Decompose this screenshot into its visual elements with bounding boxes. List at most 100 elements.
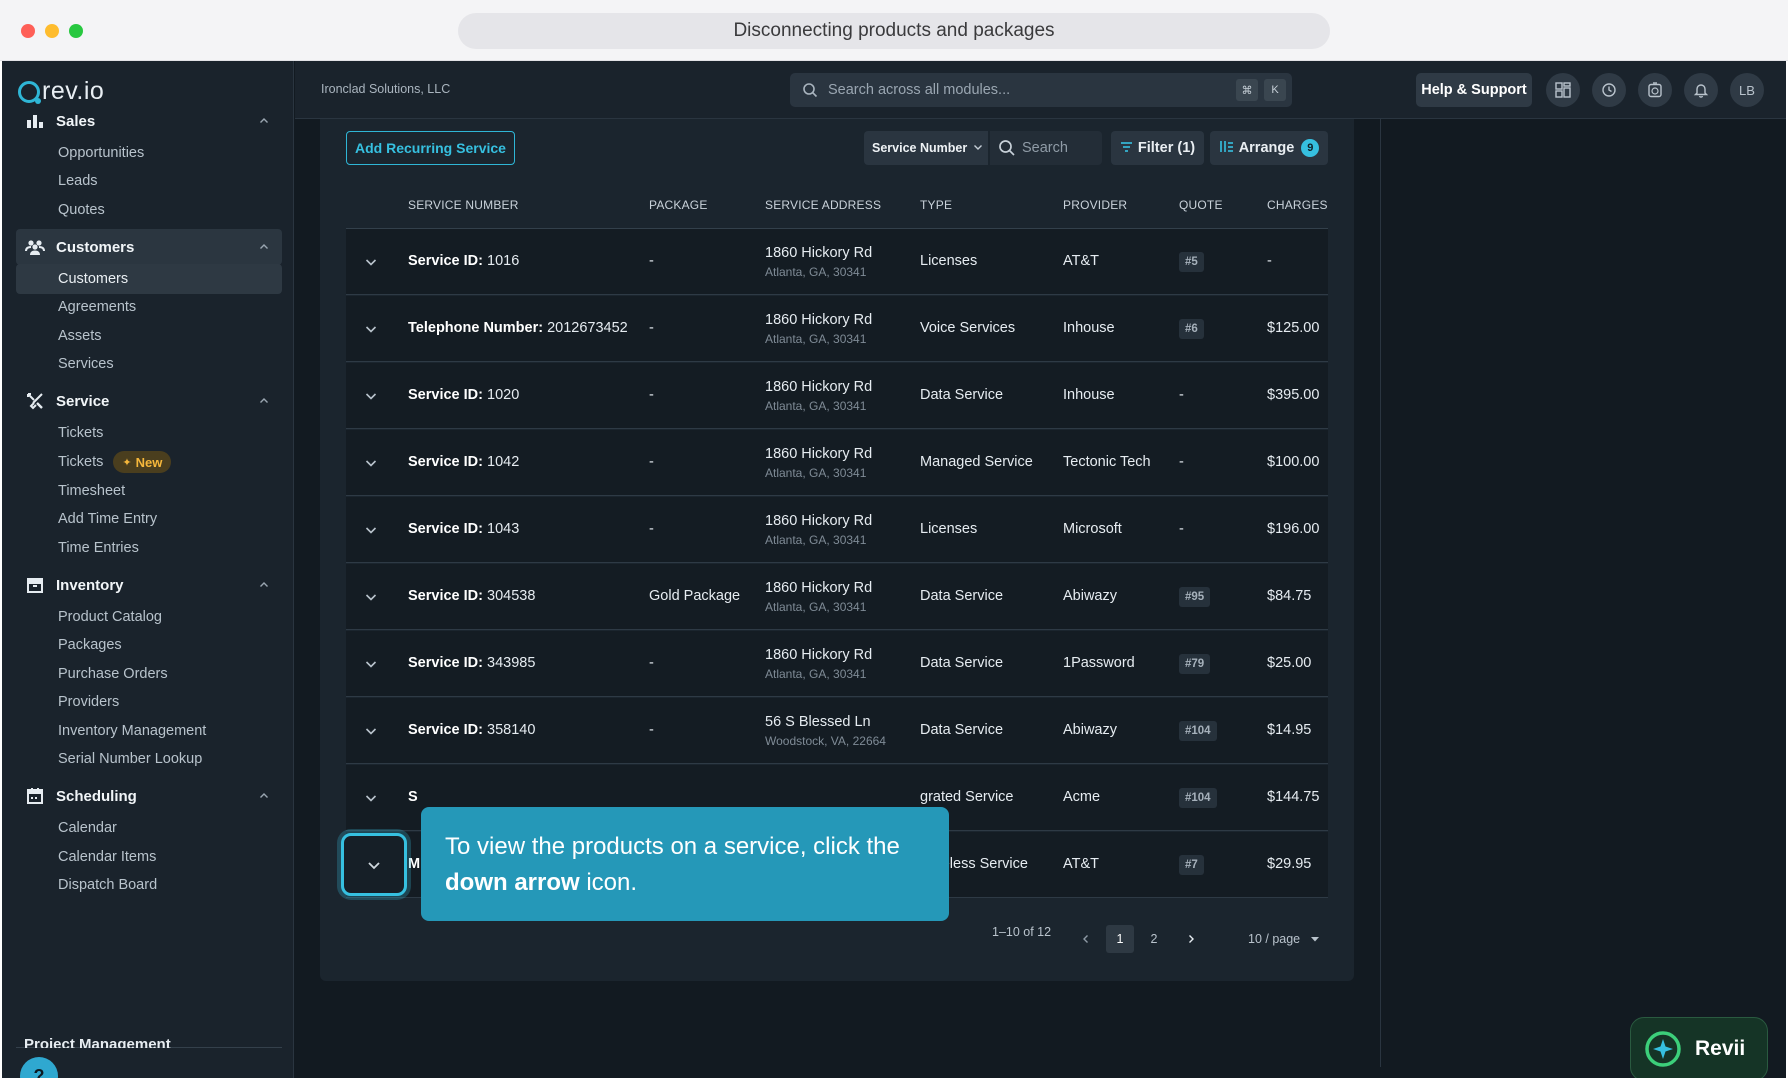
chevron-down-icon xyxy=(365,393,377,400)
chevron-up-icon[interactable] xyxy=(256,239,272,255)
service-number-cell: Service ID: 358140 xyxy=(408,722,535,738)
column-header[interactable]: PROVIDER xyxy=(1063,198,1127,212)
maximize-window-button[interactable] xyxy=(69,24,83,38)
add-recurring-service-button[interactable]: Add Recurring Service xyxy=(346,131,515,165)
help-icon[interactable]: ? xyxy=(20,1057,58,1078)
help-support-button[interactable]: Help & Support xyxy=(1416,73,1532,107)
table-search-input[interactable]: Search xyxy=(990,131,1102,165)
inventory-icon xyxy=(24,575,46,595)
sidebar-item-inventory-management[interactable]: Inventory Management xyxy=(16,716,282,746)
service-number-label: Service ID: xyxy=(408,253,483,269)
quote-tag[interactable]: #79 xyxy=(1179,654,1211,674)
arrange-button[interactable]: Arrange 9 xyxy=(1210,131,1328,165)
dashboard-icon[interactable] xyxy=(1546,73,1580,107)
sidebar-item-quotes[interactable]: Quotes xyxy=(16,195,282,225)
sidebar-section-label: Scheduling xyxy=(56,787,137,805)
chevron-down-icon xyxy=(365,728,377,735)
chevron-up-icon[interactable] xyxy=(256,788,272,804)
revio-logo[interactable]: rev.io xyxy=(18,77,104,106)
sidebar-item-calendar-items[interactable]: Calendar Items xyxy=(16,842,282,872)
sidebar-item-tickets[interactable]: Tickets xyxy=(16,418,282,448)
close-window-button[interactable] xyxy=(21,24,35,38)
expand-row-button[interactable] xyxy=(360,787,382,809)
sidebar-item-assets[interactable]: Assets xyxy=(16,321,282,351)
quote-tag[interactable]: #95 xyxy=(1179,587,1211,607)
sidebar-item-calendar[interactable]: Calendar xyxy=(16,813,282,843)
table-row[interactable]: Service ID: 1042 - 1860 Hickory Rd Atlanta,… xyxy=(346,430,1328,496)
expand-row-button[interactable] xyxy=(360,720,382,742)
sidebar-item-add-time-entry[interactable]: Add Time Entry xyxy=(16,504,282,534)
sidebar-section-service[interactable]: Service xyxy=(16,383,282,419)
sidebar-item-leads[interactable]: Leads xyxy=(16,166,282,196)
sidebar-section-project-management[interactable]: Project Management xyxy=(24,1036,171,1048)
revii-assistant-button[interactable]: Revii xyxy=(1630,1017,1768,1078)
expand-row-button[interactable] xyxy=(360,318,382,340)
sidebar-item-label: Providers xyxy=(58,694,120,710)
sidebar-item-packages[interactable]: Packages xyxy=(16,630,282,660)
next-page-icon[interactable] xyxy=(1177,925,1205,953)
quote-tag: - xyxy=(1179,387,1184,403)
column-header[interactable]: CHARGES xyxy=(1267,198,1328,212)
column-header[interactable]: SERVICE ADDRESS xyxy=(765,198,881,212)
prev-page-icon[interactable] xyxy=(1072,925,1100,953)
table-row[interactable]: Service ID: 343985 - 1860 Hickory Rd Atlant… xyxy=(346,631,1328,697)
search-field-select[interactable]: Service Number xyxy=(864,131,988,165)
sidebar-item-time-entries[interactable]: Time Entries xyxy=(16,533,282,563)
sidebar-item-dispatch-board[interactable]: Dispatch Board xyxy=(16,870,282,900)
highlighted-expand-row-button[interactable] xyxy=(341,833,407,896)
table-row[interactable]: Service ID: 358140 - 56 S Blessed Ln Woodst… xyxy=(346,698,1328,764)
sidebar-item-label: Tickets xyxy=(58,454,104,470)
global-search-input[interactable]: Search across all modules... ⌘ K xyxy=(790,73,1292,107)
address-line-1: 1860 Hickory Rd xyxy=(765,580,873,596)
bell-icon[interactable] xyxy=(1684,73,1718,107)
sidebar-item-purchase-orders[interactable]: Purchase Orders xyxy=(16,659,282,689)
timer-icon[interactable] xyxy=(1638,73,1672,107)
type-cell: Data Service xyxy=(920,655,1004,671)
quote-tag[interactable]: #5 xyxy=(1179,252,1204,272)
sidebar-section-sales[interactable]: Sales xyxy=(16,103,282,139)
expand-row-button[interactable] xyxy=(360,653,382,675)
sidebar-section-scheduling[interactable]: Scheduling xyxy=(16,778,282,814)
sidebar-item-serial-number-lookup[interactable]: Serial Number Lookup xyxy=(16,744,282,774)
column-header[interactable]: TYPE xyxy=(920,198,952,212)
quote-tag[interactable]: #7 xyxy=(1179,855,1204,875)
page-size-select[interactable]: 10 / page xyxy=(1248,925,1320,953)
column-header[interactable]: PACKAGE xyxy=(649,198,708,212)
expand-row-button[interactable] xyxy=(360,586,382,608)
table-row[interactable]: Service ID: 1016 - 1860 Hickory Rd Atlanta,… xyxy=(346,229,1328,295)
table-row[interactable]: Service ID: 304538 Gold Package 1860 Hicko… xyxy=(346,564,1328,630)
expand-row-button[interactable] xyxy=(360,385,382,407)
table-row[interactable]: Service ID: 1020 - 1860 Hickory Rd Atlanta,… xyxy=(346,363,1328,429)
table-row[interactable]: Telephone Number: 2012673452 - 1860 Hickor… xyxy=(346,296,1328,362)
sidebar-section-customers[interactable]: Customers xyxy=(16,229,282,265)
column-header[interactable]: QUOTE xyxy=(1179,198,1223,212)
user-avatar[interactable]: LB xyxy=(1730,73,1764,107)
minimize-window-button[interactable] xyxy=(45,24,59,38)
expand-row-button[interactable] xyxy=(360,452,382,474)
expand-row-button[interactable] xyxy=(360,251,382,273)
sidebar-item-opportunities[interactable]: Opportunities xyxy=(16,138,282,168)
expand-row-button[interactable] xyxy=(360,519,382,541)
sidebar-section-inventory[interactable]: Inventory xyxy=(16,567,282,603)
column-header[interactable]: SERVICE NUMBER xyxy=(408,198,519,212)
sidebar-item-providers[interactable]: Providers xyxy=(16,687,282,717)
chevron-up-icon[interactable] xyxy=(256,577,272,593)
page-1-button[interactable]: 1 xyxy=(1106,925,1134,953)
quote-tag[interactable]: #104 xyxy=(1179,721,1217,741)
sidebar-item-services[interactable]: Services xyxy=(16,349,282,379)
table-row[interactable]: Service ID: 1043 - 1860 Hickory Rd Atlanta,… xyxy=(346,497,1328,563)
quote-tag[interactable]: #6 xyxy=(1179,319,1204,339)
sidebar-item-agreements[interactable]: Agreements xyxy=(16,292,282,322)
filter-button[interactable]: Filter (1) xyxy=(1111,131,1204,165)
sidebar-item-label: Packages xyxy=(58,637,122,653)
sidebar-item-tickets[interactable]: Tickets ✦ New xyxy=(16,447,282,477)
chevron-up-icon[interactable] xyxy=(256,113,272,129)
sidebar-item-customers[interactable]: Customers xyxy=(16,264,282,294)
chevron-up-icon[interactable] xyxy=(256,393,272,409)
sidebar-item-timesheet[interactable]: Timesheet xyxy=(16,476,282,506)
service-number-cell: Service ID: 1043 xyxy=(408,521,519,537)
sidebar-item-product-catalog[interactable]: Product Catalog xyxy=(16,602,282,632)
history-icon[interactable] xyxy=(1592,73,1626,107)
quote-tag[interactable]: #104 xyxy=(1179,788,1217,808)
page-2-button[interactable]: 2 xyxy=(1140,925,1168,953)
